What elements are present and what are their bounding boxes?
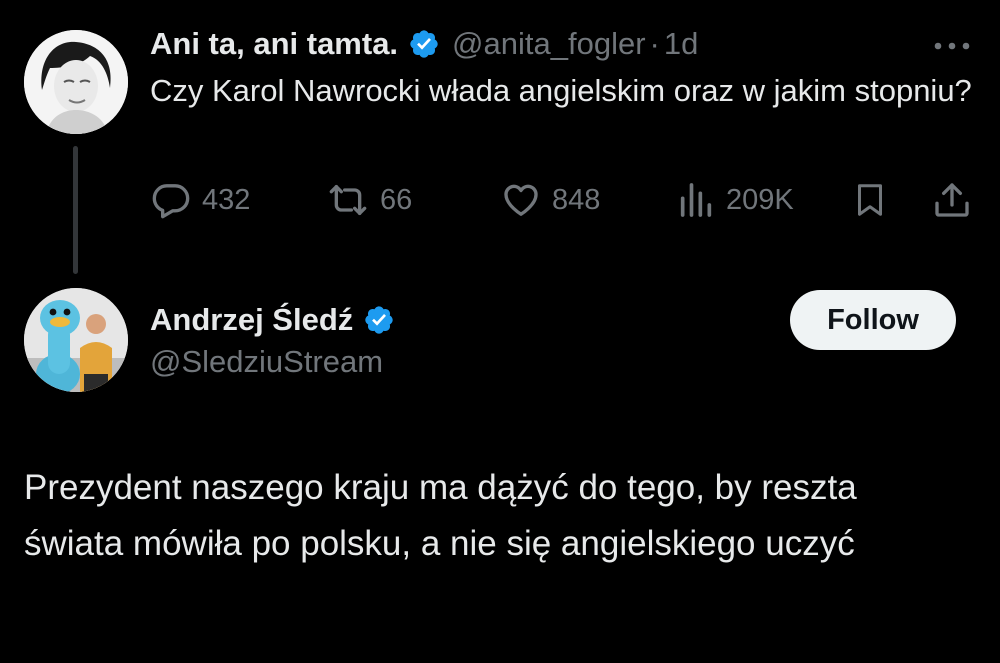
verified-badge-icon [408,28,440,60]
bookmark-button[interactable] [852,178,888,222]
author-handle[interactable]: @SledziuStream [150,342,383,382]
views-button[interactable]: 209K [676,178,794,222]
views-icon [676,180,716,220]
avatar[interactable] [24,30,128,134]
like-icon [500,180,542,220]
reply-icon [150,180,192,220]
thread-line [73,146,78,274]
like-count: 848 [552,183,601,216]
avatar-photo [24,288,128,392]
views-count: 209K [726,183,794,216]
avatar-photo [24,30,128,134]
reply-button[interactable]: 432 [150,178,250,222]
share-button[interactable] [932,178,972,222]
parent-tweet-header: Ani ta, ani tamta. @anita_fogler · 1d [150,22,698,66]
bookmark-icon [852,180,888,220]
reply-count: 432 [202,183,251,216]
author-name[interactable]: Andrzej Śledź [150,302,353,338]
repost-button[interactable]: 66 [326,178,412,222]
share-icon [932,180,972,220]
verified-badge-icon [363,304,395,336]
follow-button[interactable]: Follow [790,290,956,350]
tweet-text: Prezydent naszego kraju ma dążyć do tego… [24,468,857,563]
author-name[interactable]: Ani ta, ani tamta. [150,26,398,62]
repost-icon [326,180,370,220]
separator-dot: · [649,26,660,61]
like-button[interactable]: 848 [500,178,600,222]
tweet-text: Czy Karol Nawrocki włada angielskim oraz… [150,73,972,108]
timestamp[interactable]: 1d [664,26,698,62]
more-icon[interactable] [930,32,974,60]
author-handle[interactable]: @anita_fogler [452,26,645,62]
repost-count: 66 [380,183,413,216]
avatar[interactable] [24,288,128,392]
author-name-row: Andrzej Śledź [150,298,395,342]
